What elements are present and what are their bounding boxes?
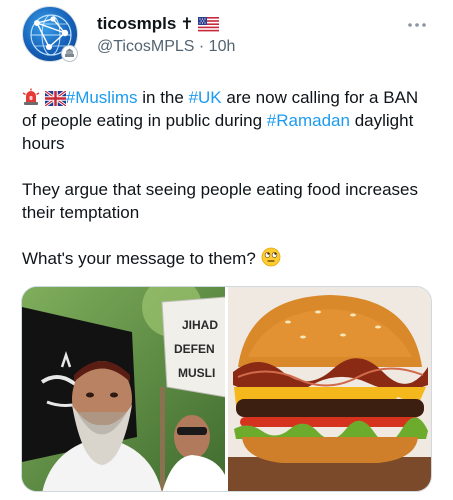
tweet-paragraph-3: What's your message to them? — [22, 247, 432, 270]
rolling-eyes-icon — [261, 247, 280, 267]
hashtag-ramadan[interactable]: #Ramadan — [267, 111, 350, 130]
hashtag-uk[interactable]: #UK — [189, 88, 222, 107]
protest-sign-line: DEFEN — [174, 342, 215, 356]
burger-photo — [228, 287, 431, 491]
protest-photo: JIHAD DEFEN MUSLI — [22, 287, 225, 491]
tweet-media-grid[interactable]: JIHAD DEFEN MUSLI — [21, 286, 432, 492]
tweet-text-segment: in the — [137, 88, 189, 107]
us-flag-icon — [197, 16, 219, 32]
cross-icon: ✝ — [180, 16, 194, 33]
tweet-paragraph-2: They argue that seeing people eating foo… — [22, 180, 418, 222]
rotating-light-icon — [22, 88, 40, 105]
author-display-name[interactable]: ticosmpls — [97, 14, 176, 34]
uk-flag-icon — [44, 91, 66, 106]
tweet-paragraph-1: #Muslims in the #UK are now calling for … — [22, 86, 432, 155]
more-options-icon[interactable] — [407, 12, 427, 33]
tweet-timestamp[interactable]: 10h — [209, 38, 236, 56]
account-seal-icon — [61, 45, 78, 62]
meta-separator: · — [194, 38, 209, 55]
media-photo-burger[interactable] — [228, 287, 431, 491]
protest-sign-line: MUSLI — [178, 366, 215, 380]
tweet-text: #Muslims in the #UK are now calling for … — [22, 86, 432, 293]
tweet-card[interactable]: ticosmpls ✝ @TicosMPLS · 10h #Muslims in… — [0, 0, 453, 500]
protest-sign-line: JIHAD — [182, 318, 218, 332]
author-handle-row: @TicosMPLS · 10h — [97, 38, 235, 56]
hashtag-muslims[interactable]: #Muslims — [66, 88, 138, 107]
author-name-row[interactable]: ticosmpls ✝ — [97, 14, 219, 34]
tweet-question: What's your message to them? — [22, 249, 261, 268]
media-photo-protest[interactable]: JIHAD DEFEN MUSLI — [22, 287, 225, 491]
author-handle[interactable]: @TicosMPLS — [97, 38, 194, 56]
